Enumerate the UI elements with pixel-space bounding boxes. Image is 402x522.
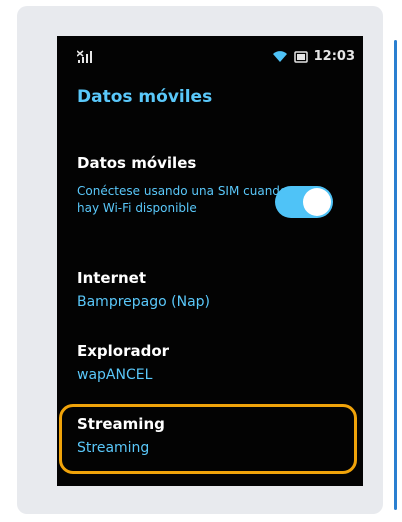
internet-setting[interactable]: Internet Bamprepago (Nap) (77, 268, 351, 312)
streaming-highlight-outline (59, 404, 357, 474)
card-accent-bar (394, 40, 397, 510)
internet-label: Internet (77, 269, 147, 287)
wifi-icon (272, 51, 287, 62)
status-time: 12:03 (313, 49, 355, 64)
battery-icon (293, 50, 308, 63)
status-right-group: 12:03 (272, 49, 355, 64)
browser-label: Explorador (77, 342, 170, 360)
status-bar: 12:03 (57, 36, 363, 76)
browser-value: wapANCEL (77, 367, 153, 383)
browser-setting[interactable]: Explorador wapANCEL (77, 341, 351, 385)
mobile-data-description: Conéctese usando una SIM cuando no hay W… (77, 184, 307, 215)
toggle-knob (303, 188, 331, 216)
mobile-data-label: Datos móviles (77, 154, 197, 172)
mobile-data-toggle[interactable] (275, 186, 333, 218)
screen-title: Datos móviles (77, 87, 213, 107)
internet-value: Bamprepago (Nap) (77, 294, 210, 310)
signal-no-service-icon (77, 50, 92, 63)
